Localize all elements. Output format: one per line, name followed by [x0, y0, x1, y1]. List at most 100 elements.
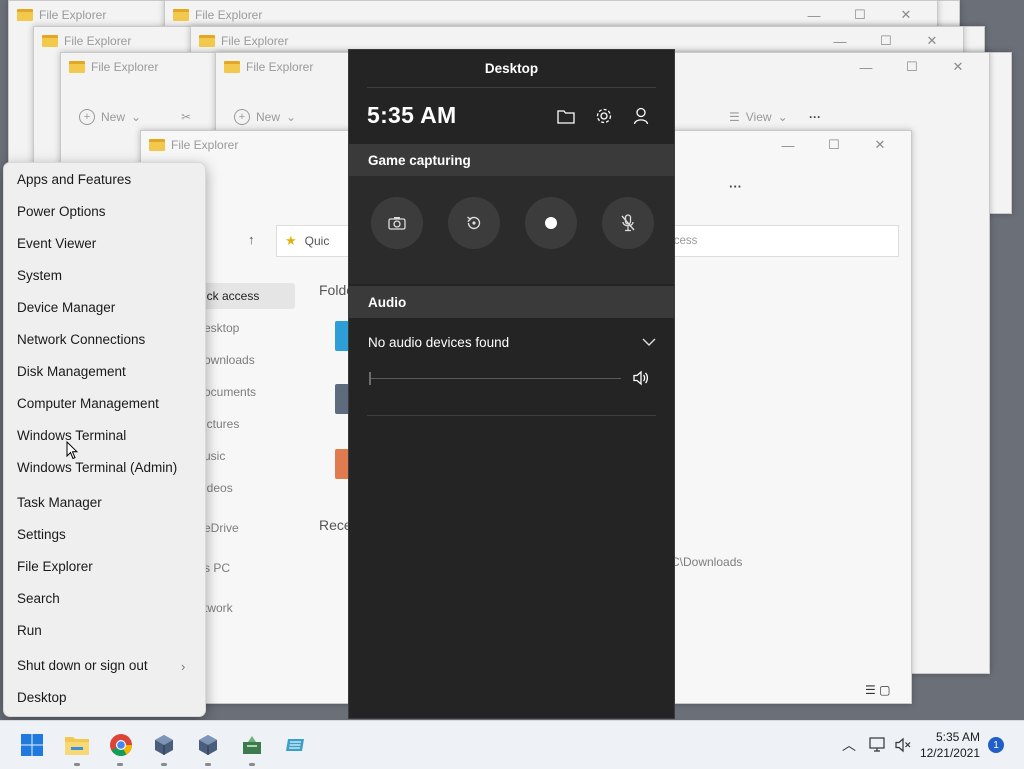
- menu-item-windows-terminal-admin[interactable]: Windows Terminal (Admin): [17, 460, 177, 475]
- menu-item-desktop[interactable]: Desktop: [17, 690, 67, 705]
- folder-icon: [69, 61, 85, 73]
- recent-header[interactable]: Rece: [319, 517, 352, 533]
- file-explorer-icon[interactable]: [63, 731, 91, 759]
- menu-item-task-manager[interactable]: Task Manager: [17, 495, 102, 510]
- new-button[interactable]: + New ⌄: [79, 109, 141, 125]
- up-arrow-icon[interactable]: ↑: [248, 232, 255, 247]
- new-button[interactable]: + New ⌄: [234, 109, 296, 125]
- menu-item-shut-down-or-sign-out[interactable]: Shut down or sign out: [17, 658, 148, 673]
- virtualbox-icon[interactable]: [150, 731, 178, 759]
- start-icon[interactable]: [18, 731, 46, 759]
- menu-item-power-options[interactable]: Power Options: [17, 204, 106, 219]
- plus-icon: +: [234, 109, 250, 125]
- volume-slider[interactable]: [371, 378, 621, 379]
- record-last-30s-button[interactable]: [448, 197, 500, 249]
- view-icon: ☰: [729, 110, 740, 124]
- taskbar-clock[interactable]: 5:35 AM 12/21/2021: [920, 729, 980, 761]
- camera-icon: [388, 217, 406, 230]
- menu-item-computer-management[interactable]: Computer Management: [17, 396, 159, 411]
- minimize-button[interactable]: —: [765, 131, 811, 159]
- audio-device-select[interactable]: No audio devices found: [368, 332, 656, 352]
- speaker-icon[interactable]: [632, 370, 650, 386]
- cut-icon[interactable]: ✂: [181, 110, 191, 124]
- running-indicator: [205, 763, 211, 766]
- menu-item-search[interactable]: Search: [17, 591, 60, 606]
- search-box[interactable]: ccess: [661, 225, 899, 257]
- screenshot-button[interactable]: [371, 197, 423, 249]
- chrome-icon[interactable]: [107, 731, 135, 759]
- window-title: File Explorer: [246, 60, 314, 74]
- gear-icon[interactable]: [593, 105, 615, 127]
- view-button[interactable]: ☰ View ⌄: [729, 110, 788, 124]
- quick-link-menu: Apps and Features Power Options Event Vi…: [3, 162, 206, 717]
- folder-icon[interactable]: [555, 105, 577, 127]
- menu-item-file-explorer[interactable]: File Explorer: [17, 559, 93, 574]
- menu-item-device-manager[interactable]: Device Manager: [17, 300, 115, 315]
- menu-item-disk-management[interactable]: Disk Management: [17, 364, 126, 379]
- close-button[interactable]: ✕: [935, 53, 981, 81]
- app-icon[interactable]: [282, 731, 310, 759]
- address-bar[interactable]: ★ Quic: [276, 225, 356, 257]
- menu-item-system[interactable]: System: [17, 268, 62, 283]
- virtualbox-icon[interactable]: [194, 731, 222, 759]
- details-view-icon[interactable]: ☰ ▢: [865, 683, 890, 697]
- nav-item-label[interactable]: ownloads: [204, 353, 255, 367]
- nav-item-label[interactable]: ideos: [204, 481, 233, 495]
- menu-item-network-connections[interactable]: Network Connections: [17, 332, 145, 347]
- nav-item-label[interactable]: ictures: [204, 417, 239, 431]
- menu-item-event-viewer[interactable]: Event Viewer: [17, 236, 96, 251]
- maximize-button[interactable]: ☐: [889, 53, 935, 81]
- folder-thumb[interactable]: [335, 321, 349, 351]
- running-indicator: [249, 763, 255, 766]
- clock-date: 12/21/2021: [919, 746, 980, 760]
- folder-thumb[interactable]: [335, 384, 349, 414]
- more-icon[interactable]: ···: [809, 110, 821, 124]
- divider: [367, 87, 656, 88]
- mouse-cursor-icon: [66, 441, 78, 460]
- minimize-button[interactable]: —: [791, 1, 837, 29]
- more-icon[interactable]: ···: [729, 179, 742, 194]
- clock-time: 5:35 AM: [935, 730, 980, 744]
- record-dot-icon: [545, 217, 557, 229]
- minimize-button[interactable]: —: [843, 53, 889, 81]
- game-bar-panel: Desktop 5:35 AM Game capturing Audio No …: [348, 49, 675, 719]
- audio-header: Audio: [349, 286, 674, 318]
- folder-icon: [224, 61, 240, 73]
- display-icon[interactable]: [869, 737, 887, 756]
- folder-thumb[interactable]: [335, 449, 349, 479]
- chevron-up-icon[interactable]: ︿: [842, 735, 856, 755]
- close-button[interactable]: ✕: [909, 27, 955, 55]
- view-label: View: [745, 110, 772, 124]
- user-icon[interactable]: [630, 105, 652, 127]
- mic-toggle-button[interactable]: [602, 197, 654, 249]
- nav-item-label[interactable]: ocuments: [204, 385, 256, 399]
- maximize-button[interactable]: ☐: [811, 131, 857, 159]
- volume-slider-thumb[interactable]: [369, 372, 371, 385]
- maximize-button[interactable]: ☐: [837, 1, 883, 29]
- start-recording-button[interactable]: [525, 197, 577, 249]
- window-title: File Explorer: [171, 138, 239, 152]
- nav-item-label[interactable]: usic: [204, 449, 225, 463]
- maximize-button[interactable]: ☐: [863, 27, 909, 55]
- folder-icon: [17, 9, 33, 21]
- running-indicator: [74, 763, 80, 766]
- title-bar[interactable]: File Explorer — ☐ ✕: [165, 1, 937, 29]
- minimize-button[interactable]: —: [817, 27, 863, 55]
- recent-path[interactable]: C\Downloads: [671, 555, 742, 569]
- folder-icon: [42, 35, 58, 47]
- folder-icon: [173, 9, 189, 21]
- menu-item-settings[interactable]: Settings: [17, 527, 66, 542]
- menu-item-apps-and-features[interactable]: Apps and Features: [17, 172, 131, 187]
- app-icon[interactable]: [238, 731, 266, 759]
- menu-item-run[interactable]: Run: [17, 623, 42, 638]
- nav-item-label[interactable]: ick access: [204, 289, 259, 303]
- speaker-muted-icon[interactable]: [894, 737, 912, 756]
- close-button[interactable]: ✕: [883, 1, 929, 29]
- notification-badge[interactable]: 1: [988, 737, 1004, 753]
- nav-item-label[interactable]: esktop: [204, 321, 239, 335]
- window-title: File Explorer: [64, 34, 132, 48]
- nav-item-label[interactable]: s PC: [204, 561, 230, 575]
- close-button[interactable]: ✕: [857, 131, 903, 159]
- nav-item-label[interactable]: eDrive: [204, 521, 239, 535]
- nav-item-label[interactable]: twork: [204, 601, 233, 615]
